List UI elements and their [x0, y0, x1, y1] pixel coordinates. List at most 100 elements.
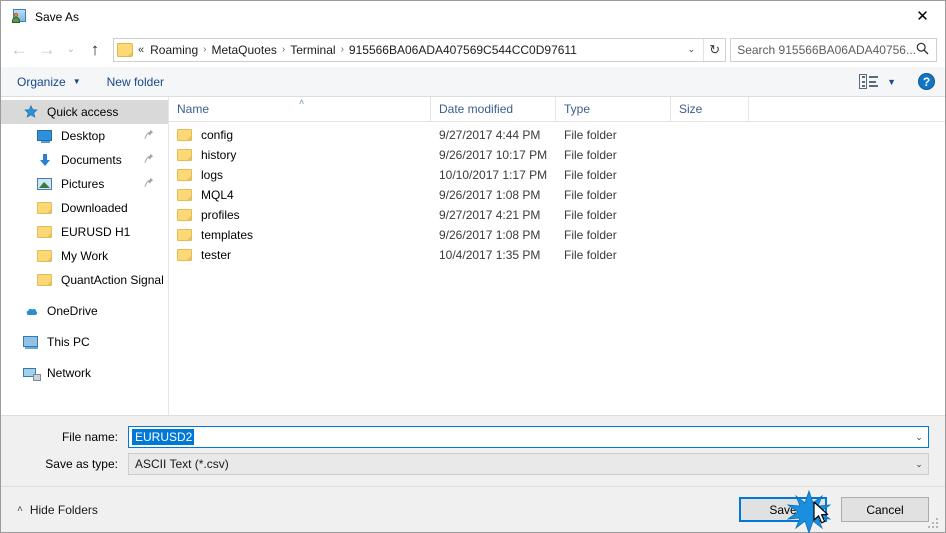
table-row[interactable]: MQL4 9/26/2017 1:08 PM File folder	[169, 185, 945, 205]
organize-button[interactable]: Organize ▼	[17, 75, 81, 89]
sidebar-item-label: Network	[47, 366, 92, 380]
file-name-label: templates	[201, 228, 254, 242]
sidebar-item-quantaction-signal[interactable]: QuantAction Signal	[1, 268, 168, 292]
sidebar-item-eurusd-h1[interactable]: EURUSD H1	[1, 220, 168, 244]
back-icon[interactable]: ←	[5, 37, 33, 63]
file-name-label: logs	[201, 168, 224, 182]
table-row[interactable]: tester 10/4/2017 1:35 PM File folder	[169, 245, 945, 265]
cancel-button[interactable]: Cancel	[841, 497, 929, 522]
sidebar-item-quick-access[interactable]: Quick access	[1, 100, 168, 124]
window-title: Save As	[35, 9, 80, 24]
save-as-type-label: Save as type:	[45, 457, 118, 471]
column-header-label: Date modified	[439, 101, 514, 116]
up-icon[interactable]: ↑	[81, 37, 109, 63]
breadcrumb-item-metaquotes[interactable]: MetaQuotes	[209, 43, 280, 57]
sort-ascending-icon: ˄	[299, 97, 305, 107]
file-name-cell: history	[169, 147, 431, 163]
sidebar-item-documents[interactable]: Documents	[1, 148, 168, 172]
sidebar-item-desktop[interactable]: Desktop	[1, 124, 168, 148]
table-row[interactable]: profiles 9/27/2017 4:21 PM File folder	[169, 205, 945, 225]
chevron-down-icon[interactable]: ⌄	[910, 459, 928, 470]
navigation-bar: ← → ⌄ ↑ « Roaming › MetaQuotes › Termina…	[1, 32, 945, 67]
file-name-label: tester	[201, 248, 232, 262]
download-arrow-icon	[37, 152, 53, 168]
column-header-type[interactable]: Type	[556, 96, 671, 122]
table-row[interactable]: config 9/27/2017 4:44 PM File folder	[169, 125, 945, 145]
file-date-cell: 9/26/2017 1:08 PM	[439, 228, 541, 242]
file-type-cell: File folder	[564, 188, 617, 202]
sidebar-item-this-pc[interactable]: This PC	[1, 330, 168, 354]
sidebar-item-network[interactable]: Network	[1, 361, 168, 385]
save-as-type-row: Save as type: ASCII Text (*.csv) ⌄	[17, 453, 929, 475]
sidebar-item-label: Desktop	[61, 129, 106, 143]
column-header-label: Name	[177, 101, 210, 116]
column-header-label: Type	[564, 101, 591, 116]
title-bar: Save As ✕	[1, 1, 945, 32]
command-toolbar: Organize ▼ New folder ▼ ?	[1, 67, 945, 97]
sidebar-item-label: QuantAction Signal	[61, 273, 164, 287]
file-name-label: MQL4	[201, 188, 234, 202]
sidebar-item-label: This PC	[47, 335, 90, 349]
breadcrumb-item-terminal[interactable]: Terminal	[287, 43, 338, 57]
column-header-size[interactable]: Size	[671, 96, 749, 122]
file-list-pane: Name ˄ Date modified Type Size config 9/…	[169, 96, 945, 415]
breadcrumb-overflow[interactable]: «	[137, 44, 147, 56]
computer-icon	[23, 334, 39, 350]
column-header-date-modified[interactable]: Date modified	[431, 96, 556, 122]
file-type-cell: File folder	[564, 128, 617, 142]
search-input[interactable]: Search 915566BA06ADA40756...	[730, 37, 937, 62]
breadcrumb: « Roaming › MetaQuotes › Terminal › 9155…	[137, 43, 680, 57]
chevron-down-icon[interactable]: ⌄	[680, 44, 704, 55]
file-type-cell: File folder	[564, 148, 617, 162]
breadcrumb-separator-icon[interactable]: ›	[280, 44, 287, 55]
file-name-label: config	[201, 128, 234, 142]
sidebar-item-pictures[interactable]: Pictures	[1, 172, 168, 196]
resize-grip[interactable]	[928, 516, 941, 529]
save-button[interactable]: Save	[739, 497, 827, 522]
dialog-button-bar: ˄ Hide Folders Save Cancel	[1, 486, 945, 532]
refresh-icon[interactable]: ↻	[703, 38, 725, 61]
new-folder-button[interactable]: New folder	[107, 75, 164, 89]
file-name-label: profiles	[201, 208, 240, 222]
desktop-icon	[37, 128, 53, 144]
pin-icon[interactable]	[144, 153, 154, 167]
navigation-pane: Quick access Desktop Documents Pictures …	[1, 97, 169, 415]
file-name-input[interactable]: EURUSD2 ⌄	[128, 426, 929, 448]
forward-icon[interactable]: →	[33, 37, 61, 63]
file-date-cell: 10/4/2017 1:35 PM	[439, 248, 541, 262]
view-options-chevron-icon[interactable]: ▼	[887, 77, 896, 87]
table-row[interactable]: templates 9/26/2017 1:08 PM File folder	[169, 225, 945, 245]
breadcrumb-separator-icon[interactable]: ›	[201, 44, 208, 55]
sidebar-item-my-work[interactable]: My Work	[1, 244, 168, 268]
help-icon[interactable]: ?	[918, 73, 935, 90]
breadcrumb-item-guid[interactable]: 915566BA06ADA407569C544CC0D97611	[346, 43, 580, 57]
table-row[interactable]: logs 10/10/2017 1:17 PM File folder	[169, 165, 945, 185]
pin-icon[interactable]	[144, 177, 154, 191]
recent-locations-icon[interactable]: ⌄	[61, 37, 81, 63]
file-name-cell: logs	[169, 167, 431, 183]
view-layout-icon[interactable]	[859, 74, 879, 89]
column-header-label: Size	[679, 101, 703, 116]
file-type-cell: File folder	[564, 168, 617, 182]
sidebar-item-label: OneDrive	[47, 304, 98, 318]
hide-folders-button[interactable]: ˄ Hide Folders	[17, 503, 98, 517]
folder-icon	[177, 227, 193, 243]
save-as-type-select[interactable]: ASCII Text (*.csv) ⌄	[128, 453, 929, 475]
pin-icon[interactable]	[144, 129, 154, 143]
file-rows: config 9/27/2017 4:44 PM File folder his…	[169, 122, 945, 415]
chevron-down-icon[interactable]: ⌄	[910, 432, 928, 443]
breadcrumb-item-roaming[interactable]: Roaming	[147, 43, 201, 57]
sidebar-item-downloaded[interactable]: Downloaded	[1, 196, 168, 220]
sidebar-item-onedrive[interactable]: OneDrive	[1, 299, 168, 323]
dialog-body: Quick access Desktop Documents Pictures …	[1, 96, 945, 416]
table-row[interactable]: history 9/26/2017 10:17 PM File folder	[169, 145, 945, 165]
breadcrumb-separator-icon[interactable]: ›	[339, 44, 346, 55]
close-icon[interactable]: ✕	[900, 1, 945, 31]
address-bar[interactable]: « Roaming › MetaQuotes › Terminal › 9155…	[113, 37, 727, 62]
search-icon[interactable]	[916, 42, 930, 58]
star-icon	[23, 104, 39, 120]
folder-icon	[37, 200, 53, 216]
network-icon	[23, 365, 41, 381]
